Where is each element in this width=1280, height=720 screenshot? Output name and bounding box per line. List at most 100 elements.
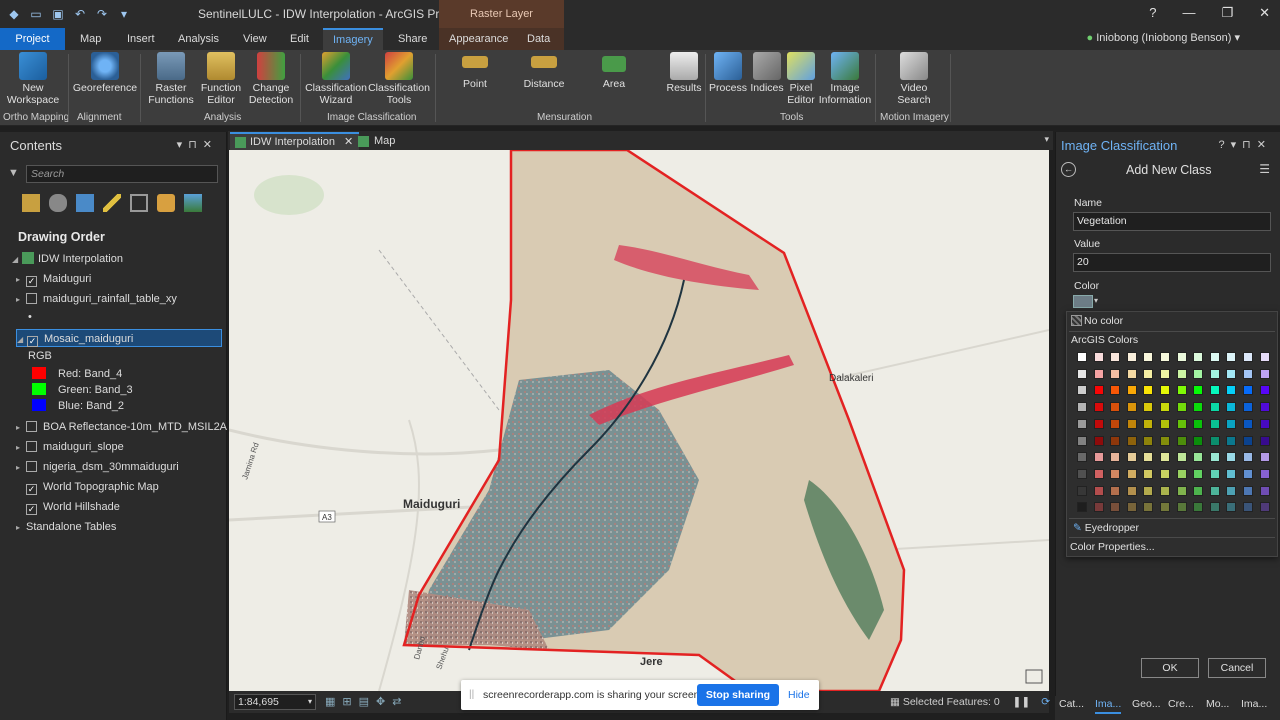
color-swatch[interactable] — [1243, 402, 1253, 413]
classification-wizard-button[interactable]: Classification Wizard — [305, 52, 367, 106]
color-swatch[interactable] — [1160, 502, 1170, 513]
color-swatch[interactable] — [1143, 502, 1154, 513]
new-workspace-button[interactable]: New Workspace — [4, 52, 62, 106]
list-by-labeling-icon[interactable] — [157, 194, 175, 212]
pane-controls[interactable]: ▾⊓✕ — [177, 138, 218, 151]
color-swatch[interactable] — [1176, 352, 1187, 362]
list-by-editing-icon[interactable] — [103, 194, 121, 212]
color-swatch[interactable] — [1243, 468, 1253, 479]
layer-maiduguri-slope[interactable]: ▸ maiduguri_slope — [16, 438, 124, 456]
tab-appearance[interactable]: Appearance — [439, 28, 517, 50]
color-swatch[interactable] — [1110, 502, 1121, 513]
color-swatch[interactable] — [1226, 485, 1237, 496]
checkbox[interactable] — [26, 421, 37, 432]
color-swatch[interactable] — [1176, 452, 1187, 463]
color-swatch[interactable] — [1077, 468, 1087, 479]
refresh-icon[interactable]: ⇄ — [392, 695, 401, 708]
color-swatch[interactable] — [1077, 452, 1087, 463]
expand-triangle-icon[interactable]: ▸ — [16, 459, 26, 477]
undo-icon[interactable]: ↶ — [72, 6, 88, 22]
color-properties-option[interactable]: Color Properties... — [1070, 541, 1155, 553]
color-swatch[interactable] — [1226, 385, 1237, 396]
color-swatch[interactable] — [1126, 502, 1137, 513]
tab-view[interactable]: View — [233, 28, 277, 50]
color-swatch[interactable] — [1226, 452, 1237, 463]
color-swatch[interactable] — [1176, 368, 1187, 379]
standalone-tables[interactable]: ▸ Standalone Tables — [16, 518, 116, 536]
color-selector-button[interactable] — [1073, 295, 1093, 308]
color-swatch[interactable] — [1193, 385, 1204, 396]
map-canvas[interactable]: Maiduguri Jere Dalakaleri Jamina Rd A3 D… — [229, 150, 1049, 691]
hide-button[interactable]: Hide — [788, 689, 810, 701]
color-swatch[interactable] — [1126, 485, 1137, 496]
color-swatch[interactable] — [1110, 402, 1121, 413]
expand-triangle-icon[interactable]: ▸ — [16, 519, 26, 537]
layer-maiduguri[interactable]: ▸ ✓ Maiduguri — [16, 270, 91, 288]
color-swatch[interactable] — [1110, 385, 1121, 396]
color-swatch[interactable] — [1093, 368, 1104, 379]
color-swatch[interactable] — [1143, 485, 1154, 496]
checkbox[interactable]: ✓ — [26, 504, 37, 515]
color-swatch[interactable] — [1176, 418, 1187, 429]
color-swatch[interactable] — [1143, 368, 1154, 379]
chevron-down-icon[interactable]: ▾ — [1094, 296, 1098, 305]
color-swatch[interactable] — [1226, 435, 1237, 446]
color-swatch[interactable] — [1077, 485, 1087, 496]
color-swatch[interactable] — [1193, 368, 1204, 379]
full-extent-icon[interactable]: ⊞ — [342, 695, 351, 708]
color-swatch[interactable] — [1176, 435, 1187, 446]
color-swatch[interactable] — [1243, 452, 1253, 463]
tab-data[interactable]: Data — [517, 28, 564, 50]
color-swatch[interactable] — [1126, 418, 1137, 429]
list-by-selection-icon[interactable] — [76, 194, 94, 212]
pause-icon[interactable]: ❚❚ — [1013, 696, 1031, 708]
color-swatch[interactable] — [1209, 502, 1220, 513]
tab-share[interactable]: Share — [388, 28, 437, 50]
color-swatch[interactable] — [1093, 352, 1104, 362]
color-swatch[interactable] — [1143, 418, 1154, 429]
tab-edit[interactable]: Edit — [280, 28, 319, 50]
color-swatch[interactable] — [1110, 435, 1121, 446]
tab-modify[interactable]: Mo... — [1206, 698, 1229, 710]
layer-world-hillshade[interactable]: ✓ World Hillshade — [26, 498, 120, 516]
save-icon[interactable]: ▣ — [50, 6, 66, 22]
pixel-editor-button[interactable]: Pixel Editor — [784, 52, 818, 106]
selected-features[interactable]: ▦ Selected Features: 0 ❚❚ ⟳ — [890, 696, 1050, 708]
color-swatch[interactable] — [1160, 385, 1170, 396]
color-swatch[interactable] — [1077, 385, 1087, 396]
no-color-option[interactable]: No color — [1071, 315, 1123, 327]
color-swatch[interactable] — [1209, 418, 1220, 429]
video-search-button[interactable]: Video Search — [893, 52, 935, 106]
pan-icon[interactable]: ✥ — [376, 695, 385, 708]
color-swatch[interactable] — [1110, 352, 1121, 362]
image-information-button[interactable]: Image Information — [818, 52, 872, 106]
color-swatch[interactable] — [1209, 402, 1220, 413]
ok-button[interactable]: OK — [1141, 658, 1199, 678]
color-swatch[interactable] — [1160, 452, 1170, 463]
color-swatch[interactable] — [1243, 368, 1253, 379]
color-swatch[interactable] — [1077, 352, 1087, 362]
tab-create[interactable]: Cre... — [1168, 698, 1194, 710]
color-swatch[interactable] — [1226, 368, 1237, 379]
color-swatch[interactable] — [1143, 435, 1154, 446]
checkbox[interactable]: ✓ — [26, 484, 37, 495]
color-swatch[interactable] — [1160, 402, 1170, 413]
tab-analysis[interactable]: Analysis — [168, 28, 229, 50]
tab-map-view[interactable]: Map — [354, 132, 401, 150]
color-swatch[interactable] — [1143, 385, 1154, 396]
color-swatch[interactable] — [1110, 468, 1121, 479]
color-swatch[interactable] — [1077, 418, 1087, 429]
color-swatch[interactable] — [1209, 485, 1220, 496]
color-swatch[interactable] — [1259, 368, 1270, 379]
color-swatch[interactable] — [1193, 452, 1204, 463]
fixed-zoom-icon[interactable]: ▦ — [325, 695, 335, 708]
color-swatch[interactable] — [1093, 452, 1104, 463]
checkbox[interactable]: ✓ — [26, 276, 37, 287]
results-button[interactable]: Results — [665, 52, 703, 94]
color-swatch[interactable] — [1077, 502, 1087, 513]
color-swatch[interactable] — [1243, 435, 1253, 446]
pane-controls[interactable]: ?▾⊓✕ — [1219, 138, 1272, 151]
redo-icon[interactable]: ↷ — [94, 6, 110, 22]
grid-icon[interactable]: ▤ — [359, 695, 369, 708]
color-swatch[interactable] — [1193, 485, 1204, 496]
